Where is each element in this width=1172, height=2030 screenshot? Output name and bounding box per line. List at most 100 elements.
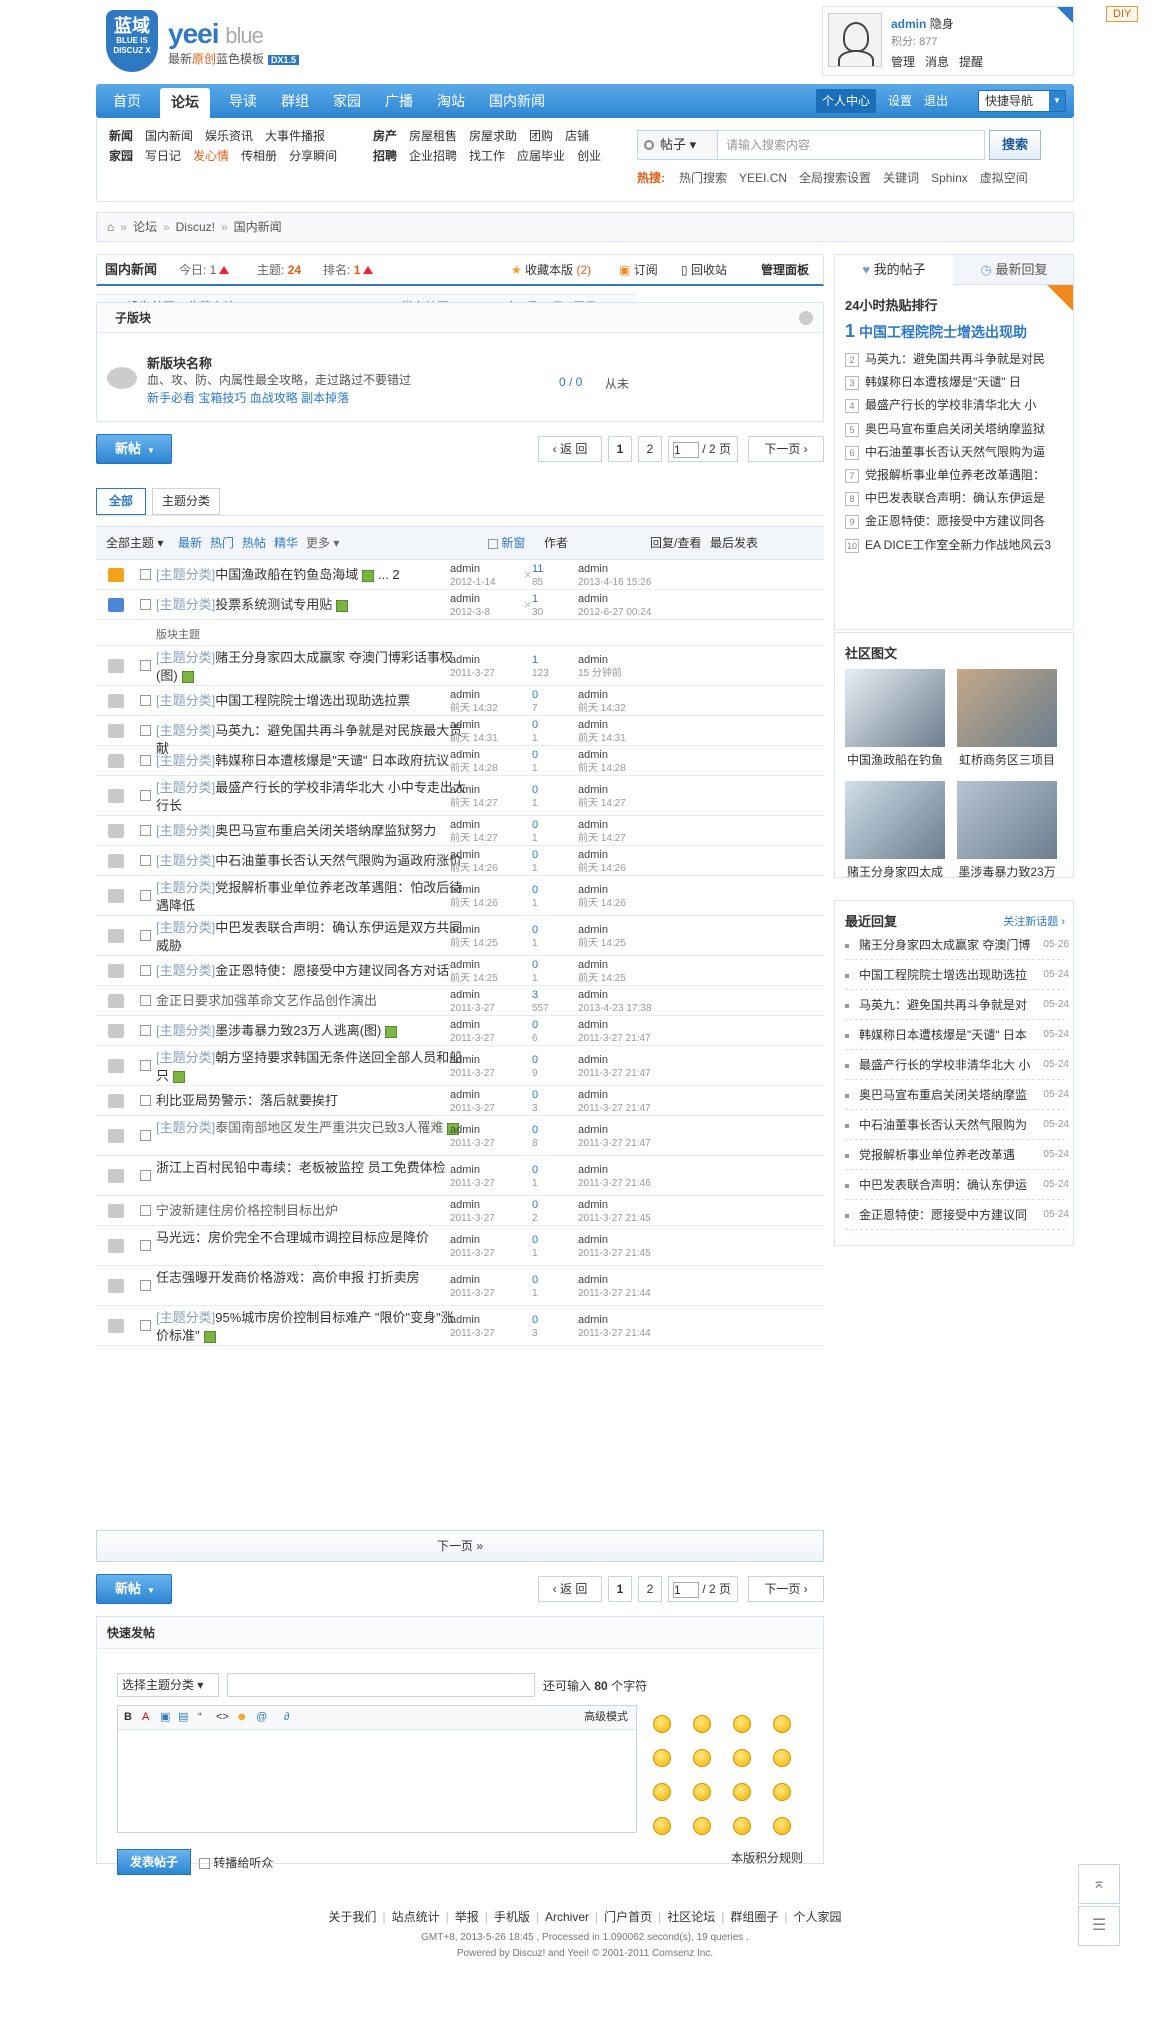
checkbox[interactable]: [140, 1095, 151, 1106]
thread-title-text[interactable]: 浙江上百村民铅中毒续：老板被监控 员工免费体检: [156, 1160, 446, 1175]
thread-title[interactable]: 利比亚局势警示：落后就要挨打: [156, 1092, 466, 1110]
smiley-icon[interactable]: [773, 1783, 791, 1801]
author-name[interactable]: admin: [450, 1314, 480, 1326]
site-logo[interactable]: 蓝域 BLUE IS DISCUZ X: [106, 10, 158, 72]
recent-title[interactable]: 中国工程院院士增选出现助选拉: [859, 967, 1031, 983]
lastpost-user[interactable]: admin: [578, 924, 608, 936]
hot-item-title[interactable]: 奥巴马宣布重启关闭关塔纳摩监狱: [865, 422, 1045, 436]
hot-item-title[interactable]: 党报解析事业单位养老改革遇阻：: [865, 468, 1045, 482]
lastpost-user[interactable]: admin: [578, 849, 608, 861]
checkbox[interactable]: [140, 695, 151, 706]
thread-category[interactable]: [主题分类]: [156, 1310, 215, 1325]
thread-title-text[interactable]: 泰国南部地区发生严重洪灾已致3人罹难: [215, 1120, 443, 1135]
recent-title[interactable]: 金正恩特使：愿接受中方建议同: [859, 1207, 1031, 1223]
thread-author[interactable]: admin 2011-3-27: [450, 1164, 495, 1190]
nav-groups[interactable]: 群组: [272, 84, 318, 118]
author-name[interactable]: admin: [450, 1199, 480, 1211]
thread-author[interactable]: admin 2011-3-27: [450, 1234, 495, 1260]
thread-lastpost[interactable]: admin 2012-6-27 00:24: [578, 593, 651, 619]
code-icon[interactable]: <>: [216, 1706, 229, 1728]
smiley-icon[interactable]: [773, 1715, 791, 1733]
thread-title[interactable]: [主题分类]韩媒称日本遭核爆是"天谴" 日本政府抗议: [156, 752, 466, 770]
smiley-icon[interactable]: [653, 1715, 671, 1733]
author-name[interactable]: admin: [450, 989, 480, 1001]
cat-head[interactable]: 新闻: [109, 129, 133, 143]
lastpost-user[interactable]: admin: [578, 989, 608, 1001]
checkbox[interactable]: [140, 790, 151, 801]
hot-thread-icon[interactable]: [108, 568, 124, 582]
thread-category[interactable]: [主题分类]: [156, 823, 215, 838]
recent-title[interactable]: 最盛产行长的学校非清华北大 小: [859, 1057, 1031, 1073]
thread-title[interactable]: [主题分类]朝方坚持要求韩国无条件送回全部人员和船只: [156, 1049, 466, 1085]
checkbox[interactable]: [140, 855, 151, 866]
smiley-icon[interactable]: [733, 1817, 751, 1835]
cat-link[interactable]: 发心情: [193, 149, 229, 163]
footer-link[interactable]: 社区论坛: [667, 1910, 715, 1924]
lastpost-user[interactable]: admin: [578, 719, 608, 731]
next-page-button[interactable]: 下一页 ›: [748, 1576, 824, 1602]
favorite-button[interactable]: ★ 收藏本版 (2): [511, 255, 591, 285]
thread-lastpost[interactable]: admin 2011-3-27 21:45: [578, 1199, 651, 1225]
thread-lastpost[interactable]: admin 前天 14:31: [578, 719, 626, 745]
thread-title[interactable]: [主题分类]赌王分身家四太成赢家 夺澳门博彩话事权(图): [156, 649, 466, 685]
thread-category[interactable]: [主题分类]: [156, 1050, 215, 1065]
folder-icon[interactable]: [108, 1319, 124, 1333]
cat-link[interactable]: 店铺: [565, 129, 589, 143]
thread-title-text[interactable]: 任志强曝开发商价格游戏：高价申报 打折卖房: [156, 1270, 420, 1285]
next-page-button[interactable]: 下一页 ›: [748, 436, 824, 462]
checkbox[interactable]: [140, 995, 151, 1006]
checkbox[interactable]: [140, 1130, 151, 1141]
breadcrumb-item[interactable]: Discuz!: [176, 220, 215, 234]
thread-lastpost[interactable]: admin 前天 14:25: [578, 959, 626, 985]
thread-lastpost[interactable]: admin 2011-3-27 21:47: [578, 1019, 651, 1045]
back-to-top-icon[interactable]: ⌅: [1078, 1864, 1120, 1904]
thread-title[interactable]: 浙江上百村民铅中毒续：老板被监控 员工免费体检: [156, 1159, 466, 1177]
close-icon[interactable]: ×: [524, 597, 532, 612]
lastpost-user[interactable]: admin: [578, 819, 608, 831]
folder-icon[interactable]: [108, 694, 124, 708]
thread-lastpost[interactable]: admin 2011-3-27 21:44: [578, 1274, 651, 1300]
thread-category[interactable]: [主题分类]: [156, 597, 215, 612]
hot-search-link[interactable]: 热门搜索: [679, 171, 727, 185]
search-input[interactable]: 请输入搜索内容: [717, 130, 985, 160]
checkbox[interactable]: [140, 1025, 151, 1036]
author-name[interactable]: admin: [450, 784, 480, 796]
folder-icon[interactable]: [108, 1024, 124, 1038]
filter-hot[interactable]: 热门: [210, 527, 234, 559]
checkbox[interactable]: [140, 930, 151, 941]
editor-textarea[interactable]: [118, 1730, 636, 1832]
author-name[interactable]: admin: [450, 1054, 480, 1066]
smiley-icon[interactable]: [733, 1715, 751, 1733]
nav-guide[interactable]: 导读: [220, 84, 266, 118]
quote-icon[interactable]: “: [198, 1706, 202, 1728]
nav-taozhan[interactable]: 淘站: [428, 84, 474, 118]
checkbox[interactable]: [140, 1170, 151, 1181]
thread-title[interactable]: 马光远：房价完全不合理城市调控目标应是降价: [156, 1229, 466, 1247]
author-name[interactable]: admin: [450, 749, 480, 761]
cat-link[interactable]: 找工作: [469, 149, 505, 163]
subforum-link[interactable]: 新手必看: [147, 391, 195, 405]
smiley-icon[interactable]: [733, 1749, 751, 1767]
thread-category[interactable]: [主题分类]: [156, 780, 215, 795]
thread-author[interactable]: admin 前天 14:25: [450, 959, 498, 985]
hot-item-title[interactable]: 韩媒称日本遭核爆是"天谴" 日: [865, 375, 1021, 389]
hot-top1[interactable]: 1 中国工程院院士增选出现助: [845, 321, 1027, 342]
photo-caption[interactable]: 赌王分身家四太成: [842, 863, 948, 880]
tab-category[interactable]: 主题分类: [152, 488, 220, 515]
filter-hotpost[interactable]: 热帖: [242, 527, 266, 559]
lastpost-user[interactable]: admin: [578, 1234, 608, 1246]
thread-title[interactable]: [主题分类]墨涉毒暴力致23万人逃离(图): [156, 1022, 466, 1040]
nav-space[interactable]: 家园: [324, 84, 370, 118]
smiley-icon[interactable]: [773, 1749, 791, 1767]
checkbox[interactable]: [140, 599, 151, 610]
thread-author[interactable]: admin 2011-3-27: [450, 1054, 495, 1080]
hot-item-title[interactable]: 金正恩特使：愿接受中方建议同各: [865, 514, 1045, 528]
thread-title[interactable]: [主题分类]投票系统测试专用贴: [156, 596, 466, 614]
page-1[interactable]: 1: [608, 436, 632, 462]
subforum-link[interactable]: 宝箱技巧: [198, 391, 246, 405]
nav-broadcast[interactable]: 广播: [376, 84, 422, 118]
thread-title-text[interactable]: 奥巴马宣布重启关闭关塔纳摩监狱努力: [215, 823, 436, 838]
cat-head[interactable]: 招聘: [373, 149, 397, 163]
thread-title-text[interactable]: 金正恩特使：愿接受中方建议同各方对话: [215, 963, 449, 978]
smiley-icon[interactable]: ☻: [236, 1706, 248, 1728]
